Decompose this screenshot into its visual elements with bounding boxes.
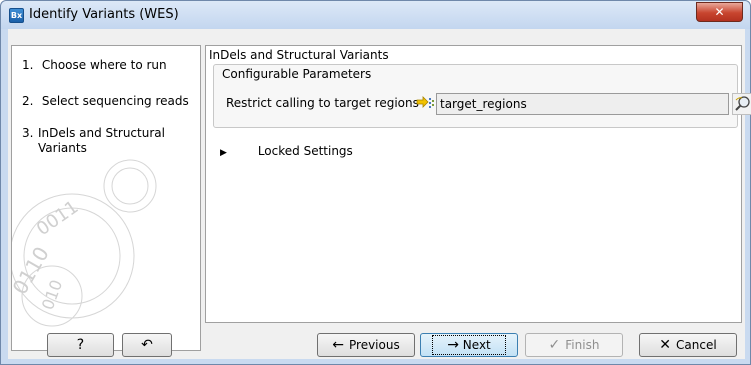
finish-button[interactable]: ✓ Finish bbox=[525, 333, 623, 357]
cancel-button[interactable]: ✕ Cancel bbox=[639, 333, 737, 357]
panel-title: InDels and Structural Variants bbox=[209, 48, 389, 62]
title-bar[interactable]: Bx Identify Variants (WES) ✕ bbox=[1, 1, 750, 29]
right-arrow-icon: → bbox=[447, 337, 459, 353]
check-icon: ✓ bbox=[548, 337, 561, 353]
settings-panel: InDels and Structural Variants Configura… bbox=[205, 45, 751, 323]
group-title: Configurable Parameters bbox=[222, 67, 372, 81]
finish-label: Finish bbox=[565, 338, 600, 352]
target-regions-label: Restrict calling to target regions bbox=[226, 96, 419, 110]
help-icon: ? bbox=[76, 337, 85, 353]
previous-button[interactable]: ← Previous bbox=[317, 333, 415, 357]
close-icon: ✕ bbox=[714, 5, 725, 19]
dialog-body: 1. Choose where to run 2. Select sequenc… bbox=[8, 29, 751, 359]
previous-label: Previous bbox=[349, 338, 400, 352]
browse-icon bbox=[735, 96, 750, 111]
expand-arrow-icon: ▶ bbox=[220, 148, 227, 158]
target-regions-input[interactable]: target_regions bbox=[436, 93, 751, 115]
step-choose-where-to-run[interactable]: 1. Choose where to run bbox=[22, 58, 167, 72]
reset-button[interactable]: ↶ bbox=[122, 333, 172, 357]
window-title: Identify Variants (WES) bbox=[29, 7, 179, 22]
step-label-line1: InDels and Structural bbox=[38, 126, 165, 140]
step-select-sequencing-reads[interactable]: 2. Select sequencing reads bbox=[22, 94, 189, 108]
help-button[interactable]: ? bbox=[47, 333, 114, 357]
wizard-steps-panel: 1. Choose where to run 2. Select sequenc… bbox=[11, 45, 201, 351]
step-label: Choose where to run bbox=[41, 58, 167, 72]
next-button[interactable]: → Next bbox=[420, 333, 518, 357]
configurable-parameters-group: Configurable Parameters Restrict calling… bbox=[213, 64, 751, 128]
locked-settings-toggle[interactable]: ▶ Locked Settings bbox=[220, 144, 353, 158]
step-number: 2. bbox=[22, 94, 34, 108]
cancel-label: Cancel bbox=[676, 338, 717, 352]
locked-settings-label: Locked Settings bbox=[257, 144, 353, 158]
track-icon bbox=[416, 96, 434, 108]
svg-text:010: 010 bbox=[38, 277, 66, 312]
app-icon: Bx bbox=[9, 8, 24, 23]
close-button[interactable]: ✕ bbox=[696, 2, 743, 22]
reset-icon: ↶ bbox=[141, 337, 153, 353]
decorative-watermark: 0011 0110 010 bbox=[12, 159, 157, 327]
target-regions-value: target_regions bbox=[440, 97, 527, 111]
browse-button[interactable] bbox=[732, 93, 751, 115]
left-arrow-icon: ← bbox=[332, 337, 344, 353]
next-label: Next bbox=[462, 338, 491, 352]
step-number: 1. bbox=[22, 58, 34, 72]
dialog-window: Bx Identify Variants (WES) ✕ 1. Choose w… bbox=[0, 0, 751, 365]
step-label: Select sequencing reads bbox=[41, 94, 189, 108]
cancel-x-icon: ✕ bbox=[659, 337, 672, 353]
